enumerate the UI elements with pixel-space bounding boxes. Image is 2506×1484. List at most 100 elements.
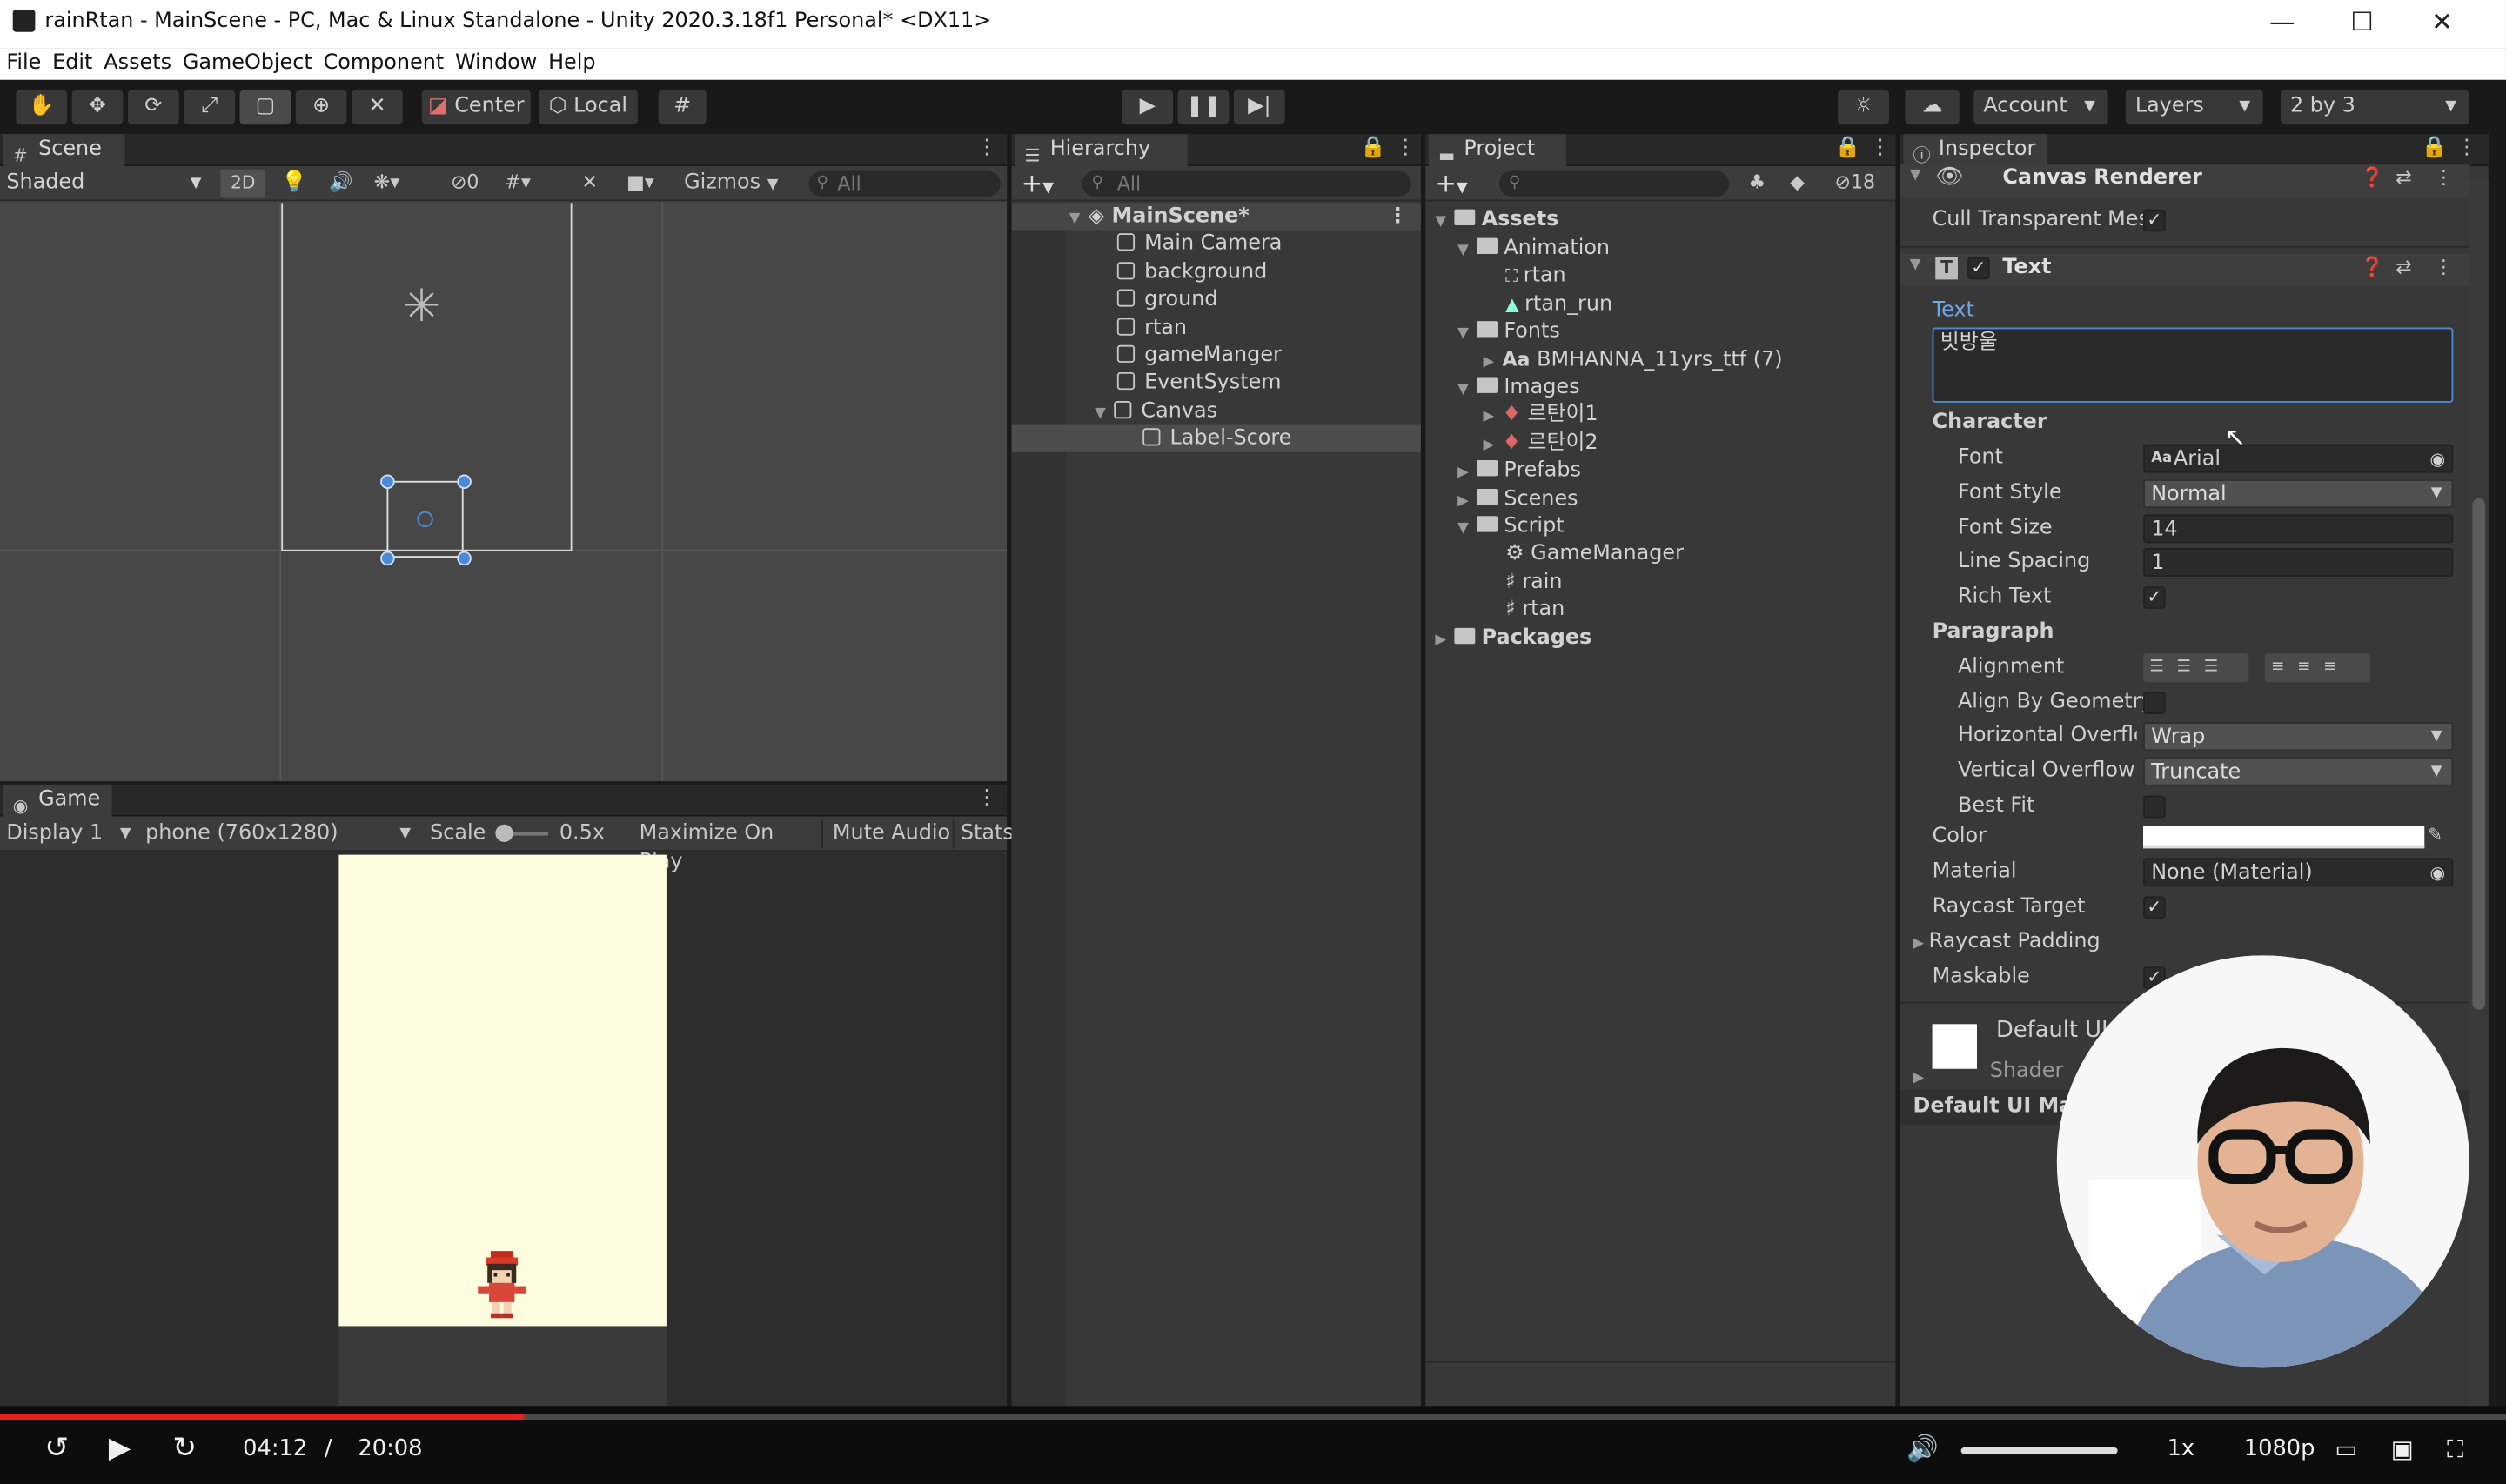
font-field[interactable]: Aa Arial ◉	[2143, 444, 2454, 473]
menu-window[interactable]: Window	[455, 48, 537, 80]
canvas-renderer-header[interactable]: ▼ 👁 Canvas Renderer ❓ ⇄ ⋮	[1900, 164, 2469, 197]
presets-icon[interactable]: ⇄	[2395, 166, 2411, 189]
grid-snap-icon[interactable]: #	[658, 89, 707, 125]
space-local-button[interactable]: ⬡ Local	[538, 89, 638, 125]
lock-icon[interactable]: 🔒	[1360, 136, 1386, 160]
menu-component[interactable]: Component	[324, 48, 445, 80]
move-tool-icon[interactable]: ✥	[71, 89, 124, 125]
project-folder-scenes[interactable]: ▶ Scenes	[1425, 485, 1895, 512]
2d-toggle[interactable]: 2D	[220, 169, 265, 198]
help-icon[interactable]: ❓	[2361, 166, 2384, 189]
v-overflow-dropdown[interactable]: Truncate ▼	[2143, 757, 2454, 786]
shading-dropdown[interactable]: Shaded ▼	[6, 170, 207, 198]
project-item-font[interactable]: ▶ Aa BMHANNA_11yrs_ttf (7)	[1425, 347, 1895, 374]
project-folder-script[interactable]: ▼ Script	[1425, 513, 1895, 540]
hierarchy-search-input[interactable]: ⚲ All	[1082, 170, 1411, 197]
project-folder-images[interactable]: ▼ Images	[1425, 374, 1895, 401]
kebab-icon[interactable]: ⋮	[2434, 256, 2453, 278]
hidden-objects-icon[interactable]: ⊘0	[451, 171, 479, 194]
project-folder-animation[interactable]: ▼ Animation	[1425, 235, 1895, 262]
gizmos-dropdown[interactable]: Gizmos ▼	[684, 170, 778, 198]
step-button[interactable]: ▶|	[1233, 89, 1285, 125]
rotate-tool-icon[interactable]: ⟳	[127, 89, 179, 125]
tab-scene[interactable]: # Scene	[3, 134, 125, 168]
fullscreen-icon[interactable]: ⛶	[2447, 1434, 2463, 1463]
rect-tool-icon[interactable]: ▢	[239, 89, 291, 125]
video-quality[interactable]: 1080p	[2244, 1436, 2315, 1461]
align-middle-icon[interactable]: ≡	[2297, 658, 2323, 676]
play-button[interactable]: ▶	[1122, 89, 1174, 125]
account-dropdown[interactable]: Account ▼	[1973, 89, 2108, 125]
playback-speed[interactable]: 1x	[2168, 1436, 2195, 1461]
kebab-icon[interactable]: ⋮	[1870, 136, 1891, 160]
project-folder-assets[interactable]: ▼ Assets	[1425, 206, 1895, 233]
play-icon[interactable]: ▶	[109, 1432, 131, 1466]
tab-inspector[interactable]: ⓘ Inspector	[1903, 134, 2047, 168]
maximize-button[interactable]: ☐	[2325, 3, 2398, 45]
project-item-image1[interactable]: ▶ ♦ 르탄이1	[1425, 401, 1895, 428]
hierarchy-item-canvas[interactable]: ▼ Canvas	[1012, 398, 1421, 424]
project-folder-fonts[interactable]: ▼ Fonts	[1425, 318, 1895, 345]
align-center-icon[interactable]: ☰	[2177, 658, 2204, 676]
cull-checkbox[interactable]: ✓	[2143, 209, 2166, 232]
align-bottom-icon[interactable]: ≡	[2323, 658, 2349, 676]
kebab-icon[interactable]: ⋮	[2456, 136, 2477, 160]
layout-dropdown[interactable]: 2 by 3 ▼	[2280, 89, 2469, 125]
object-picker-icon[interactable]: ◉	[2430, 445, 2446, 472]
create-asset-button[interactable]: +▼	[1435, 168, 1467, 198]
add-object-button[interactable]: +▼	[1022, 168, 1054, 198]
tab-project[interactable]: ▬ Project	[1429, 134, 1566, 168]
horizontal-alignment-buttons[interactable]: ☰☰☰	[2143, 653, 2249, 683]
kebab-icon[interactable]: ⋮	[976, 786, 997, 811]
project-folder-prefabs[interactable]: ▶ Prefabs	[1425, 457, 1895, 484]
game-viewport[interactable]	[338, 854, 667, 1327]
best-fit-checkbox[interactable]	[2143, 795, 2166, 819]
theater-mode-icon[interactable]: ▣	[2391, 1434, 2414, 1463]
text-component-header[interactable]: ▼ T ✓ Text ❓ ⇄ ⋮	[1900, 254, 2469, 286]
text-area[interactable]: 빗방울	[1932, 327, 2454, 403]
effects-icon[interactable]: ❋▾	[374, 171, 400, 194]
rich-text-checkbox[interactable]: ✓	[2143, 586, 2166, 609]
menu-edit[interactable]: Edit	[52, 48, 92, 80]
h-overflow-dropdown[interactable]: Wrap ▼	[2143, 722, 2454, 752]
align-right-icon[interactable]: ☰	[2204, 658, 2231, 676]
menu-help[interactable]: Help	[548, 48, 595, 80]
hierarchy-item-main-camera[interactable]: Main Camera	[1012, 230, 1421, 257]
inspector-scrollbar[interactable]	[2469, 178, 2489, 1407]
project-search-input[interactable]: ⚲	[1498, 170, 1730, 197]
menu-file[interactable]: File	[6, 48, 41, 80]
project-item-gamemanager[interactable]: ⚙ GameManager	[1425, 540, 1895, 567]
raycast-checkbox[interactable]: ✓	[2143, 896, 2166, 919]
search-by-type-icon[interactable]: ♣	[1748, 171, 1766, 194]
color-swatch[interactable]	[2143, 826, 2425, 849]
tab-hierarchy[interactable]: ☰ Hierarchy	[1015, 134, 1188, 168]
forward-10-icon[interactable]: ↻	[172, 1432, 197, 1466]
material-field[interactable]: None (Material) ◉	[2143, 858, 2454, 887]
rect-handle[interactable]	[457, 474, 472, 490]
project-item-rtan-anim[interactable]: ⛶ rtan	[1425, 262, 1895, 289]
stats-toggle[interactable]: Stats	[952, 819, 1016, 849]
kebab-icon[interactable]: ⋮	[1387, 203, 1408, 230]
project-item-rtan-script[interactable]: ♯ rtan	[1425, 596, 1895, 623]
close-button[interactable]: ✕	[2405, 3, 2478, 45]
align-geometry-checkbox[interactable]	[2143, 692, 2166, 715]
presets-icon[interactable]: ⇄	[2395, 256, 2411, 278]
pause-button[interactable]: ❚❚	[1177, 89, 1230, 125]
video-progress-bar[interactable]	[0, 1414, 2506, 1420]
help-icon[interactable]: ❓	[2361, 256, 2384, 278]
volume-icon[interactable]: 🔊	[1906, 1434, 1939, 1464]
lock-icon[interactable]: 🔒	[1835, 136, 1861, 160]
kebab-icon[interactable]: ⋮	[2434, 166, 2453, 189]
lock-icon[interactable]: 🔒	[2422, 136, 2448, 160]
mute-audio-toggle[interactable]: Mute Audio	[821, 819, 953, 849]
maximize-on-play-toggle[interactable]: Maximize On Play	[630, 819, 821, 874]
collab-icon[interactable]: ☼	[1838, 89, 1889, 125]
hierarchy-item-eventsystem[interactable]: EventSystem	[1012, 369, 1421, 396]
scale-tool-icon[interactable]: ⤢	[184, 89, 235, 125]
tab-game[interactable]: ◉ Game	[3, 784, 112, 819]
scrollbar-thumb[interactable]	[2472, 498, 2486, 1010]
subtitles-icon[interactable]: ▭	[2335, 1434, 2357, 1463]
vertical-alignment-buttons[interactable]: ≡≡≡	[2264, 653, 2370, 683]
display-dropdown[interactable]: Display 1 ▼	[6, 819, 134, 848]
project-item-image2[interactable]: ▶ ♦ 르탄이2	[1425, 430, 1895, 457]
